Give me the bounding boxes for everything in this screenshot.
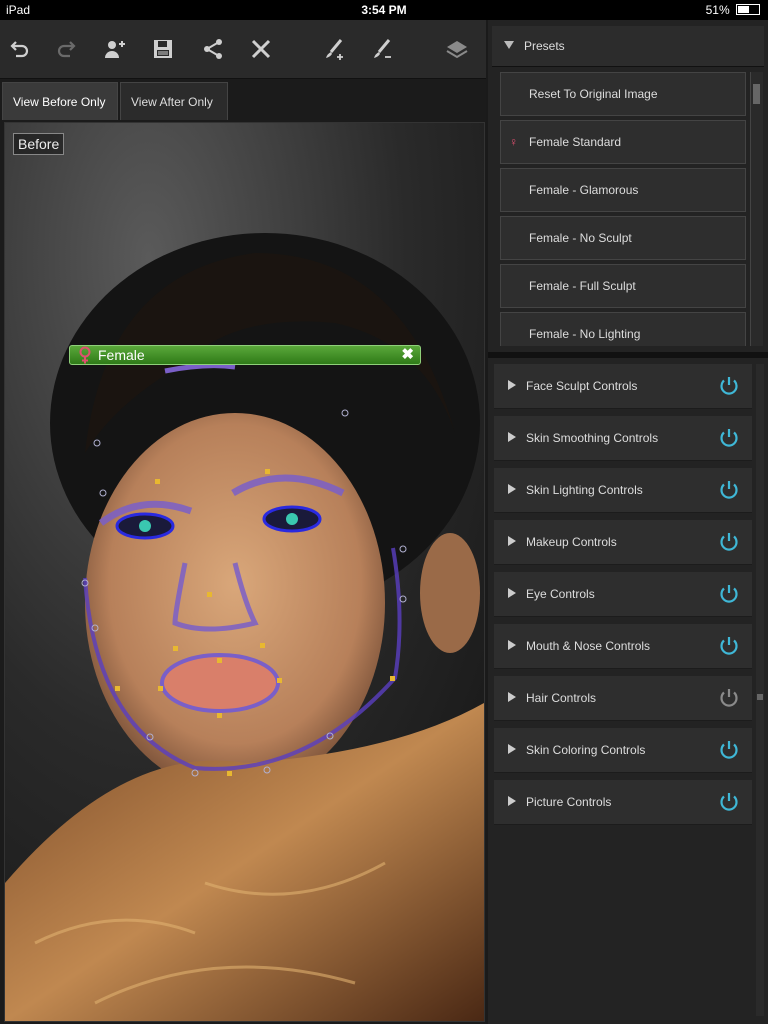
presets-title: Presets (524, 39, 565, 53)
expand-triangle-icon (508, 796, 516, 806)
presets-scrollbar[interactable] (750, 72, 763, 346)
controls-scrollbar[interactable] (756, 364, 764, 1016)
power-off-icon[interactable] (718, 687, 740, 709)
brush-erase-button[interactable] (368, 34, 398, 64)
preset-reset[interactable]: Reset To Original Image (500, 72, 746, 116)
preset-female-standard[interactable]: ♀ Female Standard (500, 120, 746, 164)
preset-female-no-lighting[interactable]: Female - No Lighting (500, 312, 746, 346)
status-time: 3:54 PM (361, 3, 407, 17)
brush-plus-icon (326, 39, 343, 60)
battery-icon (736, 4, 760, 15)
expand-triangle-icon (508, 744, 516, 754)
scrollbar-thumb[interactable] (757, 694, 763, 700)
layers-button[interactable] (442, 34, 472, 64)
control-label: Mouth & Nose Controls (526, 639, 651, 653)
makeup-controls[interactable]: Makeup Controls (494, 520, 752, 565)
control-label: Skin Smoothing Controls (526, 431, 659, 445)
expand-triangle-icon (508, 692, 516, 702)
preset-label: Female - No Lighting (529, 327, 641, 341)
control-label: Face Sculpt Controls (526, 379, 638, 393)
power-icon[interactable] (718, 791, 740, 813)
preset-label: Female - No Sculpt (529, 231, 632, 245)
photo-canvas[interactable]: Before Female ✖ (4, 122, 485, 1022)
female-icon (79, 346, 91, 364)
power-icon[interactable] (718, 479, 740, 501)
undo-button[interactable] (4, 34, 34, 64)
toolbar (0, 20, 486, 79)
control-label: Skin Lighting Controls (526, 483, 643, 497)
share-icon (204, 39, 222, 59)
skin-lighting-controls[interactable]: Skin Lighting Controls (494, 468, 752, 513)
side-panel: Presets Reset To Original Image ♀ Female… (488, 20, 768, 1024)
undo-icon (10, 41, 29, 58)
control-label: Makeup Controls (526, 535, 617, 549)
face-tag-bar[interactable]: Female ✖ (69, 345, 421, 365)
save-button[interactable] (148, 34, 178, 64)
expand-triangle-icon (508, 640, 516, 650)
close-button[interactable] (246, 34, 276, 64)
control-label: Eye Controls (526, 587, 595, 601)
presets-list: Reset To Original Image ♀ Female Standar… (500, 72, 746, 346)
close-icon (251, 39, 271, 59)
battery-percent: 51% (705, 3, 730, 17)
face-tag-label: Female (98, 347, 145, 363)
view-tabs: View Before Only View After Only (0, 80, 486, 124)
redo-icon (57, 41, 76, 58)
add-face-button[interactable] (100, 34, 130, 64)
hair-controls[interactable]: Hair Controls (494, 676, 752, 721)
expand-triangle-icon (508, 432, 516, 442)
preset-label: Female - Glamorous (529, 183, 639, 197)
status-bar: iPad 3:54 PM 51% (0, 0, 768, 20)
controls-list: Face Sculpt Controls Skin Smoothing Cont… (494, 364, 752, 1020)
brush-add-button[interactable] (320, 34, 350, 64)
preset-female-glamorous[interactable]: Female - Glamorous (500, 168, 746, 212)
control-label: Picture Controls (526, 795, 612, 809)
preset-female-no-sculpt[interactable]: Female - No Sculpt (500, 216, 746, 260)
expand-triangle-icon (508, 380, 516, 390)
add-person-icon (105, 41, 125, 58)
preset-label: Female - Full Sculpt (529, 279, 636, 293)
brush-minus-icon (374, 39, 391, 58)
power-icon[interactable] (718, 739, 740, 761)
mouth-nose-controls[interactable]: Mouth & Nose Controls (494, 624, 752, 669)
expand-triangle-icon (508, 536, 516, 546)
power-icon[interactable] (718, 427, 740, 449)
face-tag-close-icon[interactable]: ✖ (401, 346, 414, 364)
expand-triangle-icon (508, 588, 516, 598)
battery-indicator: 51% (706, 3, 760, 17)
tab-view-before[interactable]: View Before Only (2, 82, 118, 120)
preset-female-full-sculpt[interactable]: Female - Full Sculpt (500, 264, 746, 308)
skin-coloring-controls[interactable]: Skin Coloring Controls (494, 728, 752, 773)
share-button[interactable] (198, 34, 228, 64)
collapse-triangle-icon (504, 41, 514, 49)
eye-controls[interactable]: Eye Controls (494, 572, 752, 617)
control-label: Skin Coloring Controls (526, 743, 646, 757)
panel-divider (488, 352, 768, 358)
preset-label: Female Standard (529, 135, 622, 149)
power-icon[interactable] (718, 375, 740, 397)
control-label: Hair Controls (526, 691, 597, 705)
preset-label: Reset To Original Image (529, 87, 658, 101)
redo-button[interactable] (52, 34, 82, 64)
tab-view-after[interactable]: View After Only (120, 82, 228, 120)
editor-pane: View Before Only View After Only Before … (0, 20, 486, 1024)
skin-smoothing-controls[interactable]: Skin Smoothing Controls (494, 416, 752, 461)
power-icon[interactable] (718, 635, 740, 657)
expand-triangle-icon (508, 484, 516, 494)
face-sculpt-controls[interactable]: Face Sculpt Controls (494, 364, 752, 409)
save-icon (154, 40, 172, 58)
power-icon[interactable] (718, 583, 740, 605)
scrollbar-thumb[interactable] (753, 84, 760, 104)
female-icon: ♀ (509, 135, 518, 149)
picture-controls[interactable]: Picture Controls (494, 780, 752, 825)
layers-icon (446, 41, 468, 59)
power-icon[interactable] (718, 531, 740, 553)
portrait-image (5, 123, 484, 1021)
presets-header[interactable]: Presets (492, 26, 764, 67)
before-label: Before (13, 133, 65, 155)
